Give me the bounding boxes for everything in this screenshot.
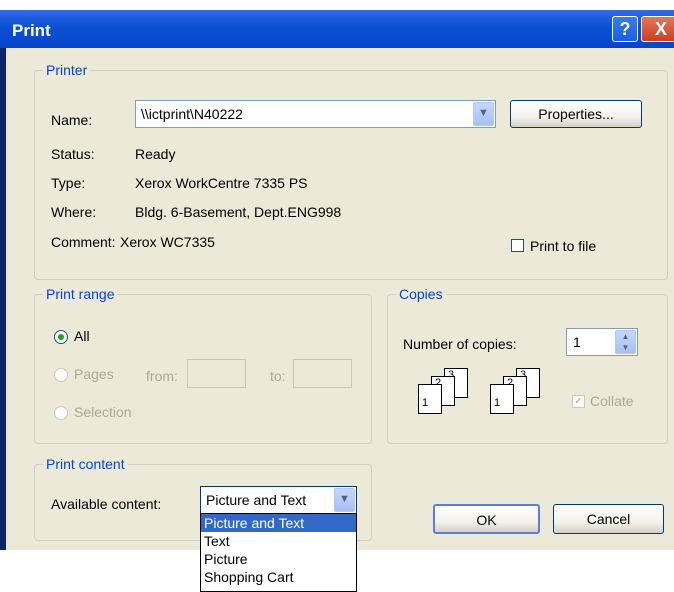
dropdown-option[interactable]: Text: [201, 532, 356, 550]
cancel-label: Cancel: [586, 511, 631, 527]
collate-label: Collate: [590, 393, 634, 409]
properties-button[interactable]: Properties...: [510, 100, 642, 128]
comment-value: Xerox WC7335: [120, 234, 215, 250]
ok-button[interactable]: OK: [433, 504, 540, 534]
available-content-value: Picture and Text: [206, 492, 307, 508]
print-to-file-checkbox[interactable]: [511, 239, 524, 252]
radio-selection[interactable]: [54, 406, 68, 420]
dropdown-option[interactable]: Shopping Cart: [201, 568, 356, 586]
chevron-down-icon[interactable]: ▼: [334, 488, 355, 512]
properties-label: Properties...: [538, 106, 614, 122]
number-of-copies-label: Number of copies:: [403, 336, 517, 352]
dialog-body: Printer Name: \\ictprint\N40222 ▼ Proper…: [6, 48, 674, 550]
type-label: Type:: [51, 175, 86, 191]
help-button[interactable]: ?: [612, 16, 638, 42]
help-icon: ?: [619, 19, 631, 39]
cancel-button[interactable]: Cancel: [553, 504, 664, 534]
available-content-dropdown-list[interactable]: Picture and Text Text Picture Shopping C…: [200, 513, 357, 592]
dropdown-option[interactable]: Picture and Text: [201, 514, 356, 532]
radio-all[interactable]: [54, 330, 68, 344]
status-value: Ready: [135, 146, 176, 162]
to-input[interactable]: [293, 359, 352, 388]
available-content-select[interactable]: Picture and Text ▼: [200, 486, 357, 514]
dropdown-option[interactable]: Picture: [201, 550, 356, 568]
close-button[interactable]: X: [641, 16, 674, 42]
dialog-title: Print: [12, 21, 51, 40]
name-label: Name:: [51, 112, 93, 128]
radio-pages-label: Pages: [74, 366, 114, 382]
printer-legend: Printer: [43, 62, 91, 78]
collate-checkbox[interactable]: ✓: [572, 395, 585, 408]
printer-name-select[interactable]: \\ictprint\N40222 ▼: [135, 100, 496, 128]
from-label: from:: [146, 368, 178, 384]
print-content-legend: Print content: [43, 456, 128, 472]
chevron-down-icon[interactable]: ▼: [473, 102, 494, 126]
close-icon: X: [654, 19, 667, 39]
to-label: to:: [270, 368, 286, 384]
where-label: Where:: [51, 204, 97, 220]
copies-spinner[interactable]: 1 ▲ ▼: [566, 328, 638, 356]
radio-selection-label: Selection: [74, 404, 132, 420]
type-value: Xerox WorkCentre 7335 PS: [135, 175, 308, 191]
where-value: Bldg. 6-Basement, Dept.ENG998: [135, 204, 342, 220]
print-to-file-label: Print to file: [530, 238, 597, 254]
radio-pages[interactable]: [54, 368, 68, 382]
available-content-label: Available content:: [51, 496, 162, 512]
from-input[interactable]: [187, 359, 246, 388]
checkmark-icon: ✓: [574, 396, 583, 407]
copies-value: 1: [573, 334, 581, 350]
print-range-legend: Print range: [43, 286, 118, 302]
status-label: Status:: [51, 146, 95, 162]
spinner-arrows-icon[interactable]: ▲ ▼: [615, 330, 636, 354]
ok-label: OK: [476, 512, 497, 528]
copies-legend: Copies: [396, 286, 446, 302]
print-dialog-window: Print ? X Printer Name: \\ictprint\N4022…: [0, 10, 674, 550]
comment-label: Comment:: [51, 234, 116, 250]
printer-name-value: \\ictprint\N40222: [141, 106, 243, 122]
title-bar[interactable]: Print ? X: [0, 10, 674, 48]
radio-all-label: All: [74, 328, 90, 344]
